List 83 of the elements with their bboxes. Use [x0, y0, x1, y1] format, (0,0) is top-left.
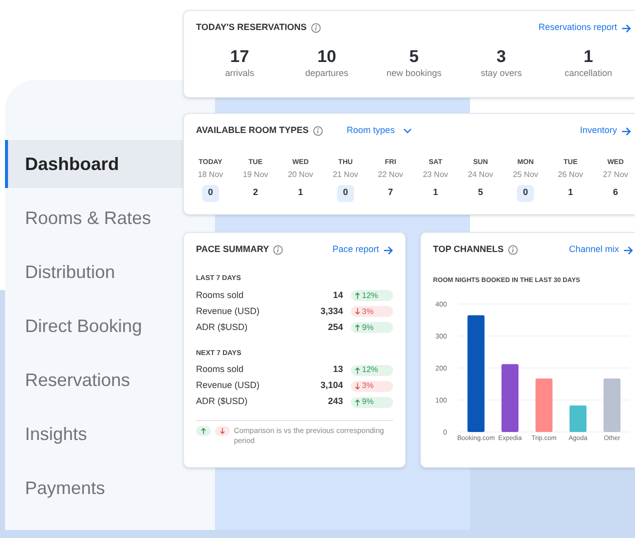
date-label: 25 Nov: [512, 168, 538, 180]
availability-count: 0: [337, 184, 354, 202]
date-label: 21 Nov: [332, 168, 358, 180]
arrow-down-icon: [355, 308, 360, 315]
card-title: TODAY'S RESERVATIONS: [196, 21, 307, 34]
change-badge: 12%: [351, 364, 393, 376]
arrow-right-icon: [383, 246, 393, 254]
nav-item[interactable]: Dashboard: [5, 140, 183, 188]
report-link[interactable]: Channel mix: [568, 243, 633, 257]
availability-count: 1: [432, 186, 439, 200]
arrow-up-icon: [355, 398, 360, 406]
metric-label: ADR ($USD): [196, 320, 248, 334]
arrow-down-icon: [355, 382, 360, 390]
stat-label: new bookings: [386, 67, 442, 80]
arrow-right-icon: [623, 246, 633, 254]
nav-item[interactable]: Direct Booking: [5, 302, 183, 350]
nav-item[interactable]: Insights: [5, 410, 183, 458]
metric-label: Rooms sold: [196, 363, 244, 376]
nav-item[interactable]: Reservations: [5, 356, 183, 404]
chevron-down-icon: [402, 128, 412, 134]
nav-item[interactable]: Rooms & Rates: [5, 194, 183, 242]
arrow-up-icon: [355, 292, 360, 299]
stat-value: 5: [409, 47, 419, 67]
arrow-up-icon: [355, 324, 360, 331]
report-link[interactable]: Reservations report: [538, 21, 631, 35]
metric-value: 3,104: [320, 379, 343, 392]
room-types-dropdown[interactable]: Room types: [346, 124, 412, 138]
card-title: TOP CHANNELS: [433, 243, 504, 256]
report-link[interactable]: Pace report: [332, 243, 393, 257]
stat-label: cancellation: [564, 67, 612, 80]
date-label: 26 Nov: [558, 168, 584, 180]
metric-value: 254: [328, 320, 343, 334]
metric-value: 13: [332, 363, 343, 376]
arrow-right-icon: [621, 126, 631, 136]
availability-count: 5: [476, 186, 484, 200]
change-badge: 3%: [351, 306, 393, 317]
stat-label: departures: [305, 67, 348, 80]
nav-item[interactable]: Distribution: [5, 248, 183, 296]
card-title: PACE SUMMARY: [196, 243, 270, 256]
bar: [536, 378, 552, 432]
stat-value: 10: [317, 47, 336, 67]
metric-label: Revenue (USD): [196, 304, 260, 318]
report-link[interactable]: Inventory: [580, 124, 631, 138]
date-label: 18 Nov: [198, 168, 224, 180]
metric-value: 3,334: [320, 304, 343, 318]
availability-count: 1: [296, 186, 304, 200]
stat-value: 1: [584, 47, 594, 67]
change-badge: 12%: [351, 290, 393, 301]
info-icon: [508, 245, 518, 255]
info-icon: [310, 23, 321, 33]
availability-count: 6: [612, 186, 619, 200]
date-label: 20 Nov: [288, 168, 314, 180]
stat-label: stay overs: [480, 67, 522, 80]
stat-value: 17: [230, 47, 250, 67]
info-icon: [273, 245, 284, 255]
arrow-right-icon: [621, 24, 631, 32]
bar: [604, 378, 620, 432]
metric-label: ADR ($USD): [196, 395, 248, 408]
date-label: 19 Nov: [242, 168, 268, 180]
availability-count: 0: [517, 184, 534, 202]
date-label: 24 Nov: [468, 168, 494, 180]
date-label: 23 Nov: [422, 168, 448, 180]
stat-label: arrivals: [225, 67, 254, 80]
metric-label: Rooms sold: [196, 288, 244, 302]
metric-value: 243: [328, 395, 343, 408]
bar: [502, 364, 518, 432]
date-label: 22 Nov: [378, 168, 404, 180]
card-title: AVAILABLE ROOM TYPES: [196, 124, 309, 138]
date-label: 27 Nov: [602, 168, 628, 180]
availability-count: 2: [252, 186, 259, 200]
change-badge: 9%: [351, 396, 393, 408]
nav-item[interactable]: Payments: [5, 464, 183, 512]
availability-count: 0: [202, 184, 219, 202]
change-badge: 9%: [351, 322, 393, 333]
availability-count: 7: [386, 186, 394, 200]
bar: [570, 405, 586, 432]
availability-count: 1: [566, 186, 574, 200]
stat-value: 3: [496, 47, 506, 67]
change-badge: 3%: [351, 380, 393, 392]
metric-label: Revenue (USD): [196, 379, 260, 392]
arrow-up-icon: [355, 366, 360, 374]
metric-value: 14: [332, 288, 343, 302]
info-icon: [312, 126, 323, 136]
